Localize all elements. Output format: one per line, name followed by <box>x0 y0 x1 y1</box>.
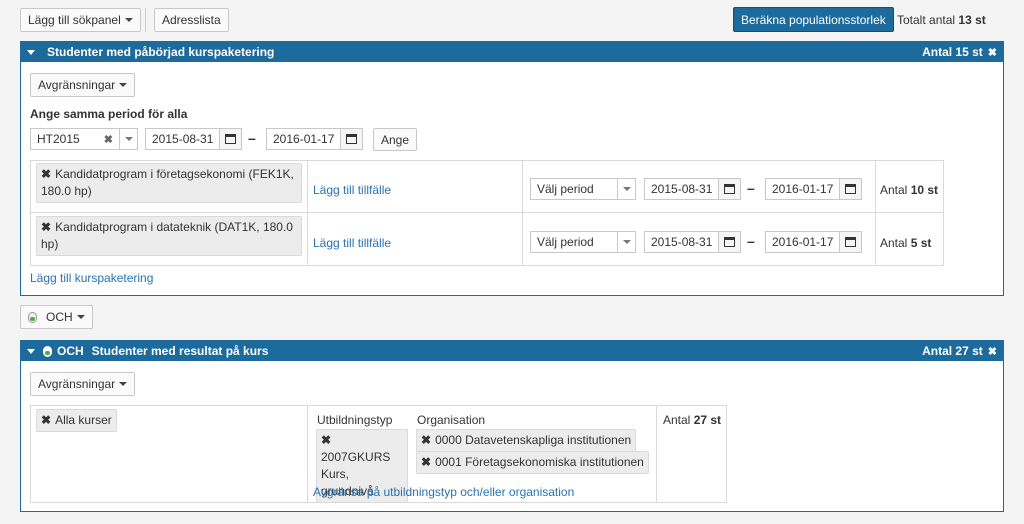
course-tag[interactable]: ✖ Alla kurser <box>36 409 117 432</box>
chevron-down-icon <box>119 382 128 386</box>
range-dash: – <box>747 180 755 196</box>
program-tag[interactable]: ✖ Kandidatprogram i datateknik (DAT1K, 18… <box>36 216 302 256</box>
from-date-input[interactable]: 2015-08-31 <box>145 128 242 150</box>
program-tag[interactable]: ✖ Kandidatprogram i företagsekonomi (FEK1… <box>36 163 302 203</box>
operator-toggle-icon <box>28 311 37 323</box>
remove-icon[interactable]: ✖ <box>421 433 431 447</box>
row-period-select[interactable]: Välj period <box>530 231 636 253</box>
chevron-down-icon <box>124 18 133 22</box>
add-course-package-link[interactable]: Lägg till kurspaketering <box>30 271 153 285</box>
panel-title: Studenter med resultat på kurs <box>91 344 269 358</box>
same-period-label: Ange samma period för alla <box>30 107 188 121</box>
clear-icon[interactable]: ✖ <box>104 133 113 146</box>
row-from-date-input[interactable]: 2015-08-31 <box>644 231 741 253</box>
row-count: Antal 5 st <box>880 236 932 250</box>
calendar-icon[interactable] <box>718 232 740 252</box>
chevron-down-icon <box>119 83 128 87</box>
remove-icon[interactable]: ✖ <box>41 167 51 181</box>
total-count: Totalt antal 13 st <box>897 13 986 27</box>
row-period-select[interactable]: Välj period <box>530 178 636 200</box>
calendar-icon[interactable] <box>340 129 362 149</box>
calendar-icon[interactable] <box>219 129 241 149</box>
calendar-icon[interactable] <box>839 179 861 199</box>
add-occasion-link[interactable]: Lägg till tillfälle <box>313 236 391 250</box>
row-from-date-input[interactable]: 2015-08-31 <box>644 178 741 200</box>
calendar-icon[interactable] <box>839 232 861 252</box>
range-dash: – <box>747 233 755 249</box>
row-to-date-input[interactable]: 2016-01-17 <box>765 231 862 253</box>
apply-period-button[interactable]: Ange <box>373 128 418 151</box>
restrictions-dropdown[interactable]: Avgränsningar <box>30 73 136 97</box>
panel-operator: OCH <box>57 344 84 358</box>
panel-header[interactable]: OCH Studenter med resultat på kurs Antal… <box>21 341 1003 361</box>
edu-type-header: Utbildningstyp <box>317 413 393 427</box>
add-search-panel-label: Lägg till sökpanel <box>28 13 121 27</box>
to-date-input[interactable]: 2016-01-17 <box>266 128 363 150</box>
organisation-tag[interactable]: ✖ 0001 Företagsekonomiska institutionen <box>416 451 649 474</box>
calculate-population-button[interactable]: Beräkna populationsstorlek <box>733 7 894 32</box>
remove-icon[interactable]: ✖ <box>421 455 431 469</box>
close-icon[interactable]: ✖ <box>988 345 997 358</box>
organisation-header: Organisation <box>417 413 486 427</box>
chevron-down-icon <box>622 240 631 244</box>
result-count: Antal 27 st <box>663 413 722 427</box>
chevron-down-icon <box>622 187 631 191</box>
period-select[interactable]: HT2015 ✖ <box>30 128 138 150</box>
operator-toggle-icon <box>43 345 52 357</box>
add-search-panel-button[interactable]: Lägg till sökpanel <box>20 8 141 32</box>
operator-dropdown[interactable]: OCH <box>20 305 93 329</box>
remove-icon[interactable]: ✖ <box>41 220 51 234</box>
organisation-tag[interactable]: ✖ 0000 Datavetenskapliga institutionen <box>416 429 637 452</box>
restrictions-dropdown[interactable]: Avgränsningar <box>30 372 136 396</box>
chevron-down-icon <box>76 315 85 319</box>
add-occasion-link[interactable]: Lägg till tillfälle <box>313 183 391 197</box>
panel-count: Antal 27 st <box>922 344 983 358</box>
collapse-triangle-icon[interactable] <box>27 348 35 354</box>
collapse-triangle-icon[interactable] <box>27 49 35 55</box>
close-icon[interactable]: ✖ <box>988 46 997 59</box>
remove-icon[interactable]: ✖ <box>41 413 51 427</box>
panel-header[interactable]: Studenter med påbörjad kurspaketering An… <box>21 42 1003 62</box>
range-dash: – <box>248 130 256 146</box>
panel-count: Antal 15 st <box>922 45 983 59</box>
panel-title: Studenter med påbörjad kurspaketering <box>47 45 275 59</box>
row-count: Antal 10 st <box>880 183 939 197</box>
remove-icon[interactable]: ✖ <box>321 433 331 447</box>
chevron-down-icon <box>124 137 133 141</box>
row-to-date-input[interactable]: 2016-01-17 <box>765 178 862 200</box>
address-list-button[interactable]: Adresslista <box>154 8 229 32</box>
restrict-type-org-link[interactable]: Avgränsa på utbildningstyp och/eller org… <box>313 485 574 499</box>
calendar-icon[interactable] <box>718 179 740 199</box>
toolbar-divider <box>145 8 146 32</box>
